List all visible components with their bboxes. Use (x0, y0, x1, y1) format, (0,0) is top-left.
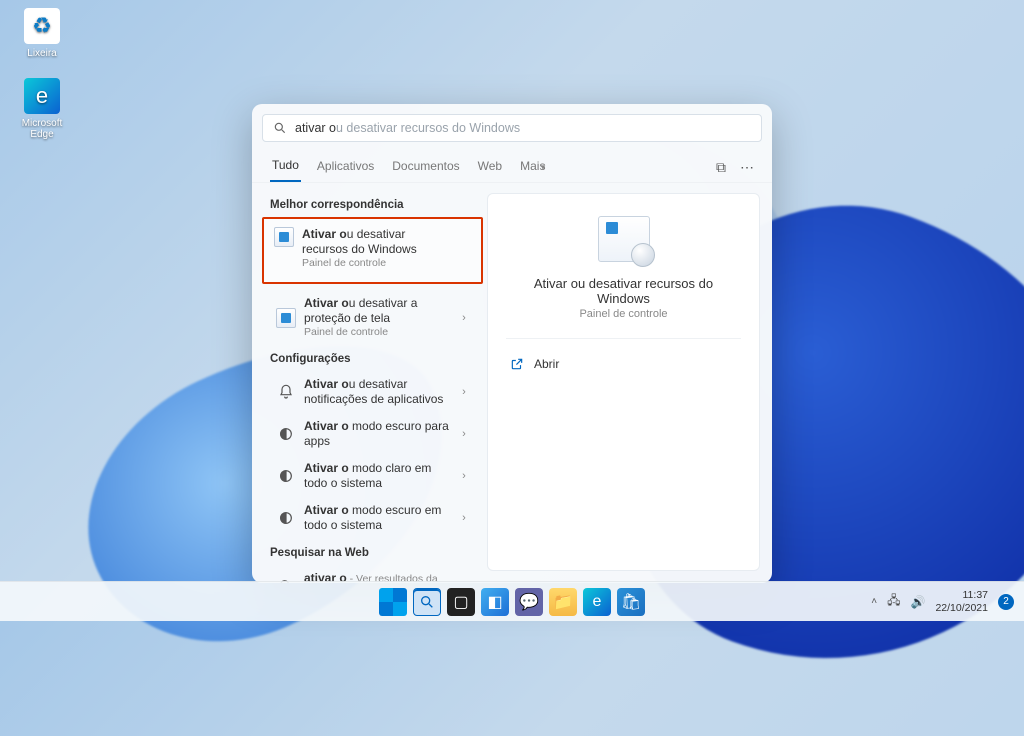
chevron-right-icon: › (457, 312, 471, 324)
edge-icon: e (24, 78, 60, 114)
clock[interactable]: 11:37 22/10/2021 (935, 589, 988, 613)
preview-title: Ativar ou desativar recursos do Windows (506, 276, 741, 306)
search-external-icon[interactable]: ⧉ (716, 159, 726, 176)
annotation-highlight: Ativar ou desativar recursos do Windows … (262, 217, 483, 284)
clock-time: 11:37 (935, 589, 988, 601)
section-heading-web: Pesquisar na Web (270, 547, 477, 559)
volume-icon[interactable]: 🔊 (910, 595, 925, 609)
chevron-right-icon: › (457, 470, 471, 482)
recycle-bin-icon: ♻ (24, 8, 60, 44)
preview-subtitle: Painel de controle (579, 308, 667, 320)
search-results-list: Melhor correspondência Ativar ou desativ… (252, 183, 487, 583)
desktop-icon-recycle-bin[interactable]: ♻ Lixeira (12, 8, 72, 59)
tab-documents[interactable]: Documentos (390, 153, 461, 181)
clock-date: 22/10/2021 (935, 602, 988, 614)
result-setting-notifications[interactable]: Ativar ou desativar notificações de apli… (270, 371, 477, 413)
search-preview-pane: Ativar ou desativar recursos do Windows … (487, 193, 760, 571)
tray-overflow-icon[interactable]: ˄ (871, 596, 877, 607)
taskbar-search-button[interactable] (413, 588, 441, 616)
search-input[interactable]: ativar ou desativar recursos do Windows (262, 114, 762, 142)
desktop-icon-label: Microsoft Edge (12, 118, 72, 140)
start-button[interactable] (379, 588, 407, 616)
taskbar: ▢ ◧ 💬 📁 e 🛍 ˄ 🖧 🔊 11:37 22/10/2021 2 (0, 581, 1024, 621)
desktop-icon-edge[interactable]: e Microsoft Edge (12, 78, 72, 140)
theme-icon (276, 424, 296, 444)
result-setting-light-system[interactable]: Ativar o modo claro em todo o sistema › (270, 455, 477, 497)
divider (506, 338, 741, 339)
tab-more[interactable]: Mais ▾ (518, 153, 547, 181)
search-filter-tabs: Tudo Aplicativos Documentos Web Mais ▾ ⧉… (252, 148, 772, 182)
notification-center-badge[interactable]: 2 (998, 594, 1014, 610)
edge-button[interactable]: e (583, 588, 611, 616)
taskbar-pinned-apps: ▢ ◧ 💬 📁 e 🛍 (379, 588, 645, 616)
theme-icon (276, 508, 296, 528)
chevron-right-icon: › (457, 428, 471, 440)
task-view-button[interactable]: ▢ (447, 588, 475, 616)
result-best-match[interactable]: Ativar ou desativar recursos do Windows … (268, 221, 477, 276)
chevron-right-icon: › (457, 512, 471, 524)
widgets-button[interactable]: ◧ (481, 588, 509, 616)
section-heading-settings: Configurações (270, 353, 477, 365)
result-setting-dark-apps[interactable]: Ativar o modo escuro para apps › (270, 413, 477, 455)
open-external-icon (510, 357, 524, 371)
tab-apps[interactable]: Aplicativos (315, 153, 376, 181)
open-action[interactable]: Abrir (506, 353, 563, 375)
tab-web[interactable]: Web (476, 153, 504, 181)
search-query-text: ativar ou desativar recursos do Windows (295, 121, 520, 135)
control-panel-icon (276, 308, 296, 328)
control-panel-icon (274, 227, 294, 247)
desktop-icon-label: Lixeira (12, 48, 72, 59)
chevron-right-icon: › (457, 386, 471, 398)
open-action-label: Abrir (534, 357, 559, 371)
chat-button[interactable]: 💬 (515, 588, 543, 616)
system-tray: ˄ 🖧 🔊 11:37 22/10/2021 2 (871, 589, 1014, 613)
theme-icon (276, 466, 296, 486)
store-button[interactable]: 🛍 (617, 588, 645, 616)
file-explorer-button[interactable]: 📁 (549, 588, 577, 616)
search-icon (273, 121, 287, 135)
windows-features-icon (598, 216, 650, 262)
result-setting-dark-system[interactable]: Ativar o modo escuro em todo o sistema › (270, 497, 477, 539)
bell-icon (276, 382, 296, 402)
chevron-down-icon: ▾ (541, 162, 546, 172)
start-search-panel: ativar ou desativar recursos do Windows … (252, 104, 772, 583)
network-icon[interactable]: 🖧 (887, 591, 900, 612)
result-screensaver-protection[interactable]: Ativar ou desativar a proteção de tela P… (270, 290, 477, 345)
more-options-icon[interactable]: ⋯ (740, 159, 754, 176)
tab-all[interactable]: Tudo (270, 152, 301, 182)
section-heading-best-match: Melhor correspondência (270, 199, 477, 211)
